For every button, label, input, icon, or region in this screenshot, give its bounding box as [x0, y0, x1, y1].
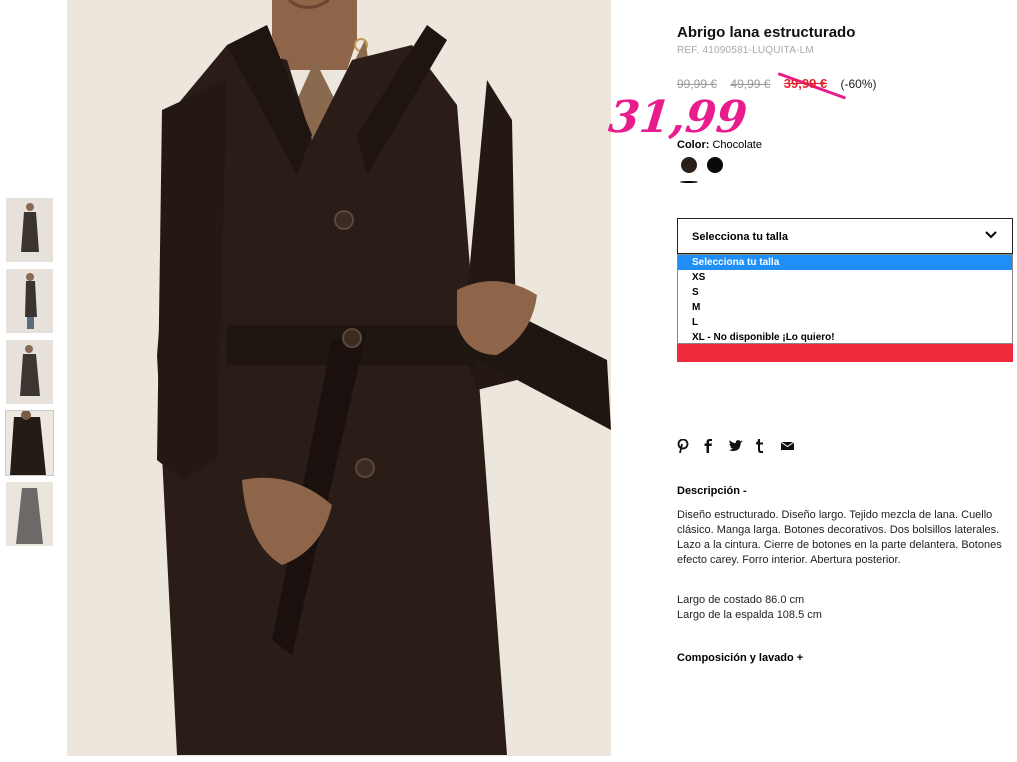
size-select[interactable]: Selecciona tu talla — [677, 218, 1013, 254]
description-toggle[interactable]: Descripción - — [677, 485, 747, 497]
thumbnail-5[interactable] — [6, 482, 53, 546]
measure-side-length: Largo de costado 86.0 cm — [677, 594, 805, 606]
size-option[interactable]: XS — [678, 270, 1012, 285]
price-original: 99,99 € — [677, 77, 718, 91]
email-icon[interactable] — [781, 437, 807, 455]
size-option[interactable]: M — [678, 300, 1012, 315]
description-text: Diseño estructurado. Diseño largo. Tejid… — [677, 509, 1002, 566]
size-option[interactable]: S — [678, 285, 1012, 300]
size-option[interactable]: Selecciona tu talla — [678, 255, 1012, 270]
price-previous: 49,99 € — [730, 77, 771, 91]
thumbnail-strip — [5, 198, 54, 553]
thumbnail-3[interactable] — [6, 340, 53, 404]
pinterest-icon[interactable] — [677, 437, 703, 455]
color-label-key: Color: — [677, 139, 710, 151]
measurements: Largo de costado 86.0 cm Largo de la esp… — [677, 593, 822, 623]
product-ref: REF. 41090581-LUQUITA-LM — [677, 45, 814, 56]
color-label: Color: Chocolate — [677, 139, 762, 151]
thumbnail-2[interactable] — [6, 269, 53, 333]
price-sale: 39,99 € — [783, 76, 828, 91]
size-option[interactable]: XL - No disponible ¡Lo quiero! — [678, 330, 1012, 345]
tumblr-icon[interactable] — [755, 437, 781, 455]
social-share — [677, 437, 807, 455]
measure-back-length: Largo de la espalda 108.5 cm — [677, 609, 822, 621]
discount-badge: (-60%) — [840, 77, 877, 91]
color-swatch-chocolate[interactable] — [681, 157, 697, 173]
composition-toggle[interactable]: Composición y lavado + — [677, 652, 803, 664]
facebook-icon[interactable] — [703, 437, 729, 455]
thumbnail-1[interactable] — [6, 198, 53, 262]
size-select-value: Selecciona tu talla — [692, 231, 788, 243]
color-value: Chocolate — [712, 139, 762, 151]
twitter-icon[interactable] — [729, 437, 755, 455]
selected-swatch-indicator — [680, 181, 698, 183]
size-option[interactable]: L — [678, 315, 1012, 330]
product-title: Abrigo lana estructurado — [677, 24, 856, 41]
handwritten-price: 31,99 — [606, 92, 750, 143]
color-swatch-black[interactable] — [707, 157, 723, 173]
price-row: 99,99 € 49,99 € 39,99 € (-60%) — [677, 76, 887, 91]
chevron-down-icon — [984, 228, 998, 245]
product-photo — [67, 0, 611, 756]
add-to-cart-button[interactable] — [677, 344, 1013, 362]
thumbnail-4[interactable] — [5, 410, 54, 476]
size-dropdown-list: Selecciona tu talla XS S M L XL - No dis… — [677, 254, 1013, 344]
